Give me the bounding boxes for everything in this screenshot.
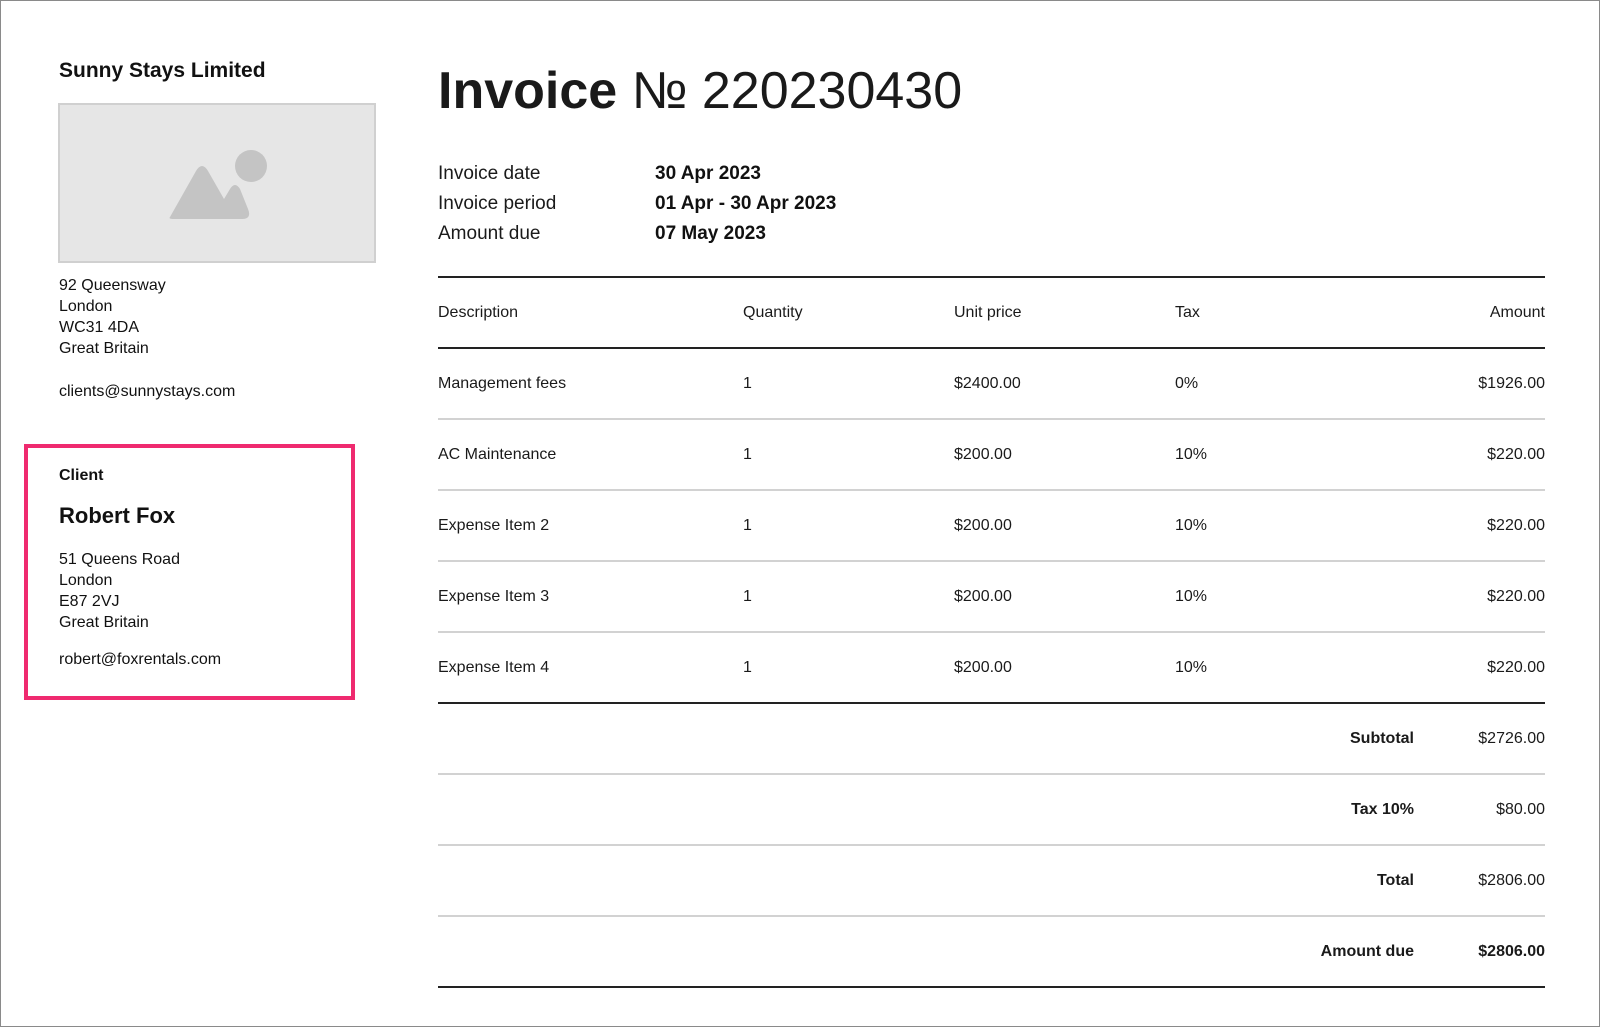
company-address: 92 Queensway London WC31 4DA Great Brita… [59, 275, 166, 359]
cell-unit-price: $200.00 [954, 587, 1012, 605]
summary-row-amount-due: Amount due $2806.00 [438, 917, 1545, 986]
table-divider [438, 986, 1545, 988]
table-row: Management fees 1 $2400.00 0% $1926.00 [438, 349, 1545, 418]
address-line: Great Britain [59, 340, 149, 357]
summary-row-tax: Tax 10% $80.00 [438, 775, 1545, 844]
meta-row: Amount due 07 May 2023 [438, 219, 836, 249]
cell-quantity: 1 [743, 587, 752, 605]
address-line: WC31 4DA [59, 319, 140, 336]
client-section: Client Robert Fox 51 Queens Road London … [24, 444, 355, 700]
summary-label: Total [1376, 871, 1414, 889]
address-line: London [59, 572, 113, 589]
meta-label: Invoice date [438, 163, 541, 184]
meta-label: Amount due [438, 223, 541, 244]
invoice-meta: Invoice date 30 Apr 2023 Invoice period … [438, 159, 836, 249]
client-email: robert@foxrentals.com [59, 651, 222, 668]
meta-label: Invoice period [438, 193, 557, 214]
summary-value: $80.00 [1496, 800, 1545, 818]
cell-amount: $220.00 [1487, 445, 1545, 463]
cell-description: Expense Item 2 [438, 516, 550, 534]
cell-description: Management fees [438, 374, 567, 392]
cell-tax: 10% [1175, 445, 1208, 463]
cell-unit-price: $2400.00 [954, 374, 1021, 392]
invoice-table: Description Quantity Unit price Tax Amou… [438, 276, 1545, 988]
cell-tax: 10% [1175, 658, 1208, 676]
address-line: E87 2VJ [59, 593, 120, 610]
meta-value: 30 Apr 2023 [655, 163, 761, 184]
header-unit-price: Unit price [954, 303, 1022, 321]
invoice-number: № 220230430 [631, 62, 963, 120]
meta-value: 07 May 2023 [655, 223, 766, 244]
company-email: clients@sunnystays.com [59, 383, 236, 400]
summary-value: $2726.00 [1478, 729, 1545, 747]
cell-unit-price: $200.00 [954, 658, 1012, 676]
table-row: Expense Item 3 1 $200.00 10% $220.00 [438, 562, 1545, 631]
summary-row-total: Total $2806.00 [438, 846, 1545, 915]
address-line: London [59, 298, 113, 315]
summary-label: Subtotal [1350, 729, 1414, 747]
table-row: AC Maintenance 1 $200.00 10% $220.00 [438, 420, 1545, 489]
meta-row: Invoice date 30 Apr 2023 [438, 159, 836, 189]
cell-quantity: 1 [743, 516, 752, 534]
header-amount: Amount [1489, 303, 1545, 321]
cell-unit-price: $200.00 [954, 516, 1012, 534]
table-row: Expense Item 4 1 $200.00 10% $220.00 [438, 633, 1545, 702]
cell-amount: $1926.00 [1478, 374, 1545, 392]
invoice-title: Invoice № 220230430 [438, 61, 962, 121]
cell-quantity: 1 [743, 374, 752, 392]
client-name: Robert Fox [59, 503, 176, 528]
cell-tax: 10% [1175, 587, 1208, 605]
summary-value: $2806.00 [1478, 871, 1545, 889]
company-name: Sunny Stays Limited [59, 59, 266, 82]
invoice-title-word: Invoice [438, 62, 618, 120]
cell-description: Expense Item 4 [438, 658, 550, 676]
summary-row-subtotal: Subtotal $2726.00 [438, 704, 1545, 773]
table-row: Expense Item 2 1 $200.00 10% $220.00 [438, 491, 1545, 560]
cell-tax: 10% [1175, 516, 1208, 534]
cell-amount: $220.00 [1487, 516, 1545, 534]
cell-unit-price: $200.00 [954, 445, 1012, 463]
address-line: 51 Queens Road [59, 551, 180, 568]
client-heading: Client [59, 467, 104, 484]
meta-value: 01 Apr - 30 Apr 2023 [655, 193, 837, 214]
cell-amount: $220.00 [1487, 587, 1545, 605]
cell-quantity: 1 [743, 445, 752, 463]
cell-amount: $220.00 [1487, 658, 1545, 676]
summary-label: Amount due [1320, 942, 1414, 960]
company-logo-placeholder [58, 103, 376, 263]
address-line: 92 Queensway [59, 277, 166, 294]
client-address: 51 Queens Road London E87 2VJ Great Brit… [59, 549, 180, 633]
header-tax: Tax [1175, 303, 1200, 321]
table-header-row: Description Quantity Unit price Tax Amou… [438, 278, 1545, 347]
meta-row: Invoice period 01 Apr - 30 Apr 2023 [438, 189, 836, 219]
cell-quantity: 1 [743, 658, 752, 676]
cell-description: Expense Item 3 [438, 587, 550, 605]
header-quantity: Quantity [743, 303, 803, 321]
image-placeholder-icon [169, 150, 267, 219]
cell-tax: 0% [1175, 374, 1199, 392]
header-description: Description [438, 303, 519, 321]
invoice-page: Sunny Stays Limited 92 Queensway London … [0, 0, 1600, 1027]
address-line: Great Britain [59, 614, 149, 631]
cell-description: AC Maintenance [438, 445, 557, 463]
summary-value: $2806.00 [1478, 942, 1545, 960]
summary-label: Tax 10% [1351, 800, 1414, 818]
